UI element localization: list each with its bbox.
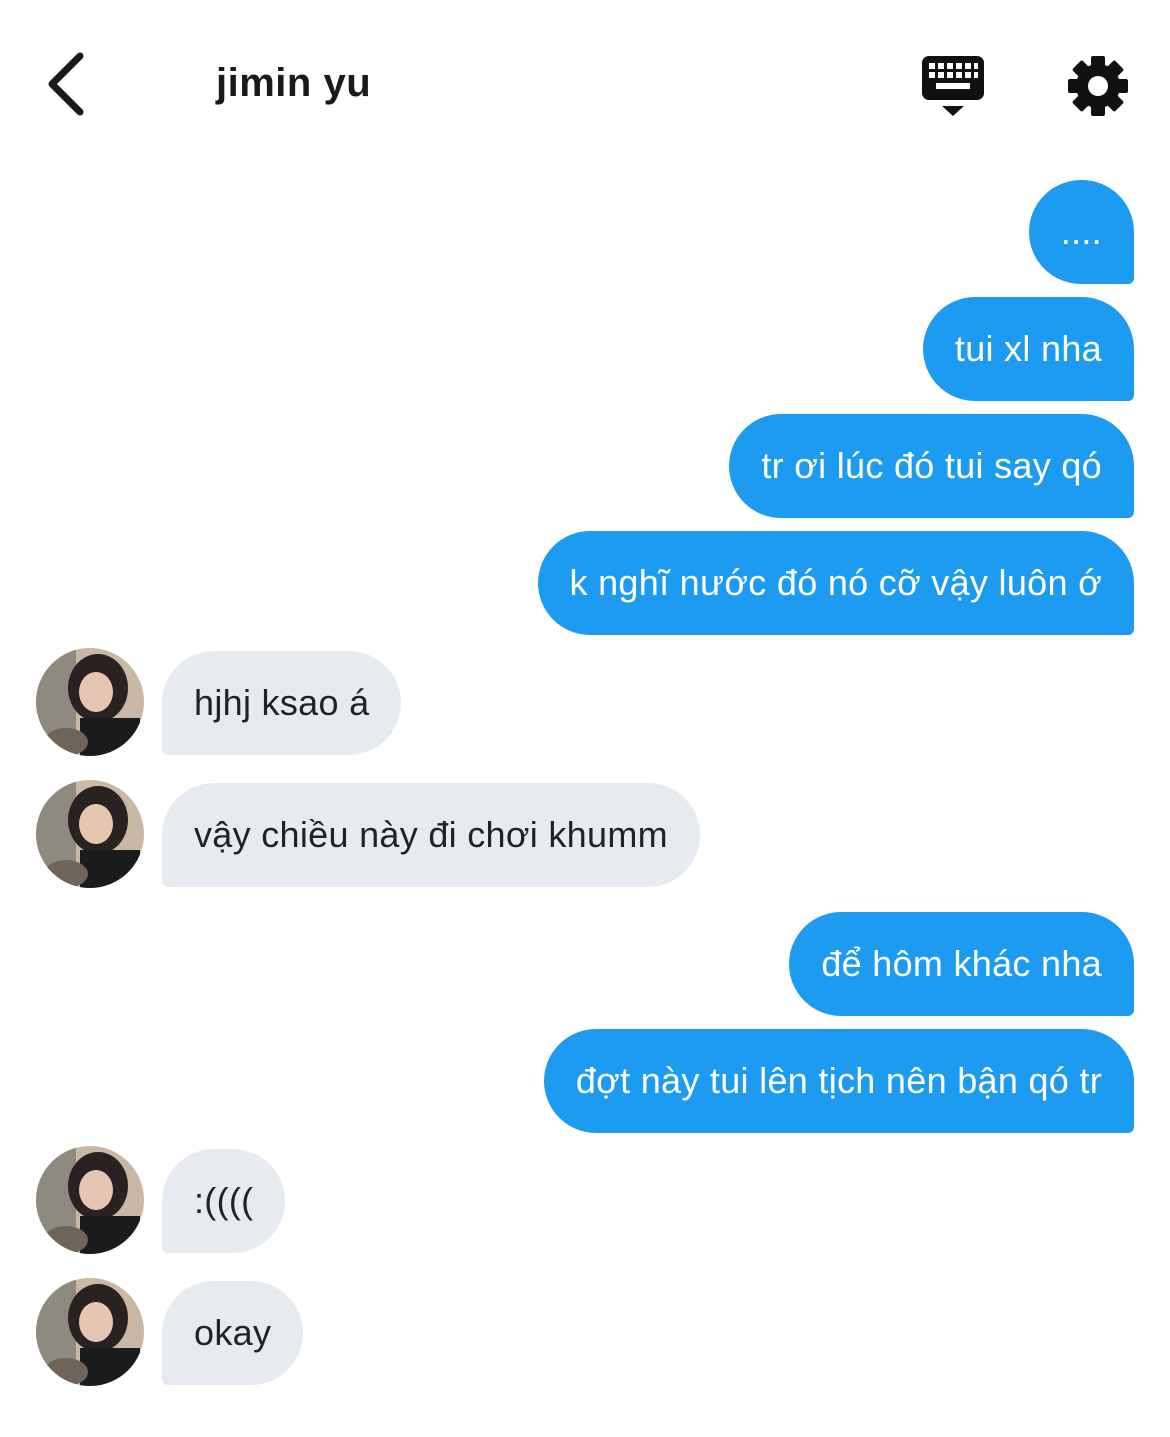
message-bubble-outgoing[interactable]: tui xl nha	[922, 297, 1134, 401]
message-bubble-incoming[interactable]: :((((	[162, 1149, 286, 1253]
message-bubble-incoming[interactable]: hjhj ksao á	[162, 651, 402, 755]
keyboard-button[interactable]	[918, 50, 990, 120]
contact-avatar[interactable]	[36, 1146, 144, 1254]
settings-button[interactable]	[1064, 52, 1132, 120]
conversation-title[interactable]: jimin yu	[216, 56, 371, 110]
avatar-photo	[36, 1278, 144, 1386]
message-bubble-outgoing[interactable]: k nghĩ nước đó nó cỡ vậy luôn ớ	[537, 531, 1134, 635]
message-bubble-outgoing[interactable]: ....	[1028, 180, 1134, 284]
avatar-photo	[36, 780, 144, 888]
contact-avatar[interactable]	[36, 648, 144, 756]
chat-header: jimin yu	[0, 0, 1170, 170]
keyboard-icon	[922, 56, 984, 116]
message-bubble-outgoing[interactable]: tr ơi lúc đó tui say qó	[729, 414, 1134, 518]
message-bubble-incoming[interactable]: vậy chiều này đi chơi khumm	[162, 783, 700, 887]
message-bubble-incoming[interactable]: okay	[162, 1281, 304, 1385]
contact-avatar[interactable]	[36, 1278, 144, 1386]
chevron-left-icon	[48, 52, 84, 116]
message-bubble-outgoing[interactable]: đợt này tui lên tịch nên bận qó tr	[543, 1029, 1134, 1133]
avatar-photo	[36, 1146, 144, 1254]
avatar-photo	[36, 648, 144, 756]
gear-icon	[1068, 56, 1128, 116]
contact-avatar[interactable]	[36, 780, 144, 888]
message-bubble-outgoing[interactable]: để hôm khác nha	[789, 912, 1134, 1016]
back-button[interactable]	[38, 46, 102, 122]
